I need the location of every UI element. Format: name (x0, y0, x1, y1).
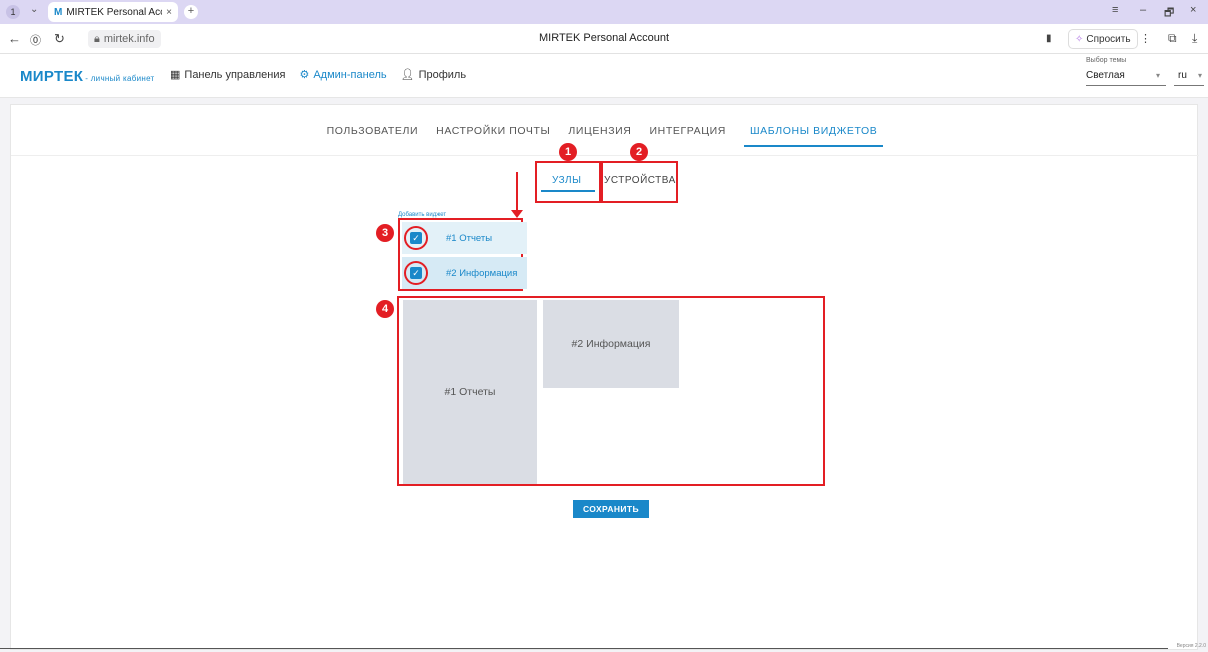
checkbox-checked-icon[interactable]: ✓ (410, 267, 422, 279)
language-select[interactable]: ru ▾ (1174, 68, 1204, 86)
theme-value: Светлая (1086, 70, 1125, 81)
bottom-divider (0, 648, 1168, 649)
tab-counter[interactable]: 1 (6, 5, 20, 19)
address-bar: ← ⓪ ↻ 🔒︎ mirtek.info MIRTEK Personal Acc… (0, 24, 1208, 54)
top-nav: ▦ Панель управления ⚙ Админ-панель 👤︎ Пр… (170, 68, 467, 82)
chevron-down-icon: ▾ (1155, 71, 1160, 80)
annotation-badge-4: 4 (376, 300, 394, 318)
annotation-badge-2: 2 (630, 143, 648, 161)
dashboard-icon: ▦ (170, 69, 181, 81)
sparkle-icon: ✧ (1075, 33, 1084, 45)
logo-main: МИРТЕК (20, 68, 84, 85)
annotation-badge-1: 1 (559, 143, 577, 161)
subtab-underline (541, 190, 595, 192)
close-icon[interactable]: × (166, 7, 172, 18)
checkbox-checked-icon[interactable]: ✓ (410, 232, 422, 244)
ask-button[interactable]: ✧ Спросить (1068, 29, 1138, 49)
annotation-arrow (516, 172, 518, 212)
widget-label-info: #2 Информация (446, 268, 518, 279)
ask-label: Спросить (1086, 33, 1131, 45)
chevron-down-icon: ▾ (1197, 71, 1202, 80)
theme-label: Выбор темы (1086, 57, 1127, 64)
widget-list: ✓ #1 Отчеты ✓ #2 Информация (398, 218, 527, 291)
widget-item-reports[interactable]: ✓ #1 Отчеты (402, 222, 527, 254)
save-button[interactable]: СОХРАНИТЬ (573, 500, 649, 518)
admin-tabs: ПОЛЬЗОВАТЕЛИ НАСТРОЙКИ ПОЧТЫ ЛИЦЕНЗИЯ ИН… (11, 125, 1199, 147)
page-title: MIRTEK Personal Account (538, 32, 670, 44)
annotation-arrow-head (511, 210, 523, 218)
restore-icon[interactable]: 🗗 (1164, 4, 1174, 23)
more-icon[interactable]: ⋮ (1140, 32, 1151, 45)
close-window-icon[interactable]: × (1190, 4, 1196, 16)
nav-dashboard-label: Панель управления (184, 68, 286, 81)
theme-select[interactable]: Светлая ▾ (1086, 68, 1166, 86)
tile-reports[interactable]: #1 Отчеты (403, 300, 537, 484)
logo-sub: - личный кабинет (85, 74, 155, 83)
subtab-devices[interactable]: УСТРОЙСТВА (604, 175, 676, 186)
gear-icon: ⚙ (299, 69, 310, 81)
language-value: ru (1178, 70, 1187, 81)
nav-dashboard[interactable]: ▦ Панель управления (170, 68, 286, 82)
widget-layout-grid: #1 Отчеты #2 Информация (397, 296, 825, 486)
logo[interactable]: МИРТЕК - личный кабинет (20, 68, 155, 85)
tile-info-label: #2 Информация (571, 338, 651, 350)
annotation-badge-3: 3 (376, 224, 394, 242)
tab-integration[interactable]: ИНТЕГРАЦИЯ (650, 125, 726, 147)
widget-item-info[interactable]: ✓ #2 Информация (402, 257, 527, 289)
version-label: Версия 2.2.0 (1176, 643, 1206, 649)
bookmark-icon[interactable]: ▮ (1046, 33, 1052, 44)
chevron-down-icon[interactable]: ⌄ (30, 4, 38, 15)
menu-icon[interactable]: ≡ (1112, 4, 1118, 16)
tabs-icon[interactable]: ⧉ (1168, 31, 1177, 46)
tile-reports-label: #1 Отчеты (444, 386, 496, 398)
nav-admin-panel[interactable]: ⚙ Админ-панель (299, 68, 387, 82)
subtab-nodes[interactable]: УЗЛЫ (552, 175, 581, 186)
nav-profile-label: Профиль (418, 68, 467, 81)
download-icon[interactable]: ⤓ (1192, 31, 1197, 46)
user-icon: 👤︎ (400, 69, 415, 81)
app-header: МИРТЕК - личный кабинет ▦ Панель управлен… (0, 54, 1208, 98)
nav-admin-label: Админ-панель (313, 68, 387, 81)
tab-title: MIRTEK Personal Accou (66, 6, 162, 18)
tab-license[interactable]: ЛИЦЕНЗИЯ (568, 125, 631, 147)
nav-profile[interactable]: 👤︎ Профиль (400, 68, 467, 82)
widget-label-reports: #1 Отчеты (446, 233, 493, 244)
favicon-icon: M (54, 6, 63, 18)
tile-info[interactable]: #2 Информация (543, 300, 679, 388)
tabs-divider (11, 155, 1199, 156)
tab-mail-settings[interactable]: НАСТРОЙКИ ПОЧТЫ (436, 125, 550, 147)
browser-tab-bar: 1 ⌄ M MIRTEK Personal Accou × + ≡ – 🗗 × (0, 0, 1208, 24)
tab-users[interactable]: ПОЛЬЗОВАТЕЛИ (327, 125, 419, 147)
minimize-icon[interactable]: – (1140, 4, 1146, 16)
browser-tab[interactable]: M MIRTEK Personal Accou × (48, 2, 178, 22)
tab-widget-templates[interactable]: ШАБЛОНЫ ВИДЖЕТОВ (743, 125, 884, 147)
new-tab-icon[interactable]: + (184, 5, 198, 19)
